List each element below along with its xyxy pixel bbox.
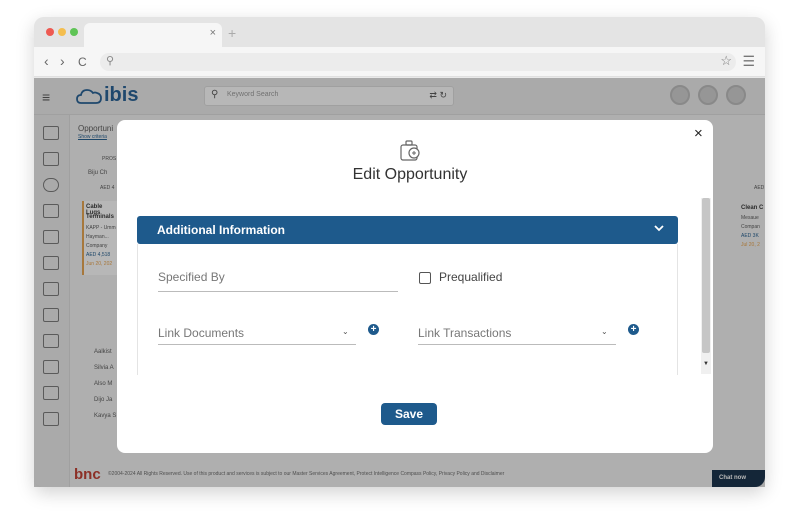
link-documents-caret-icon[interactable]: ⌄ <box>342 327 349 336</box>
prequalified-label: Prequalified <box>439 270 503 284</box>
scrollbar-thumb[interactable] <box>702 198 710 353</box>
additional-information-body: Specified By Prequalified Link Documents… <box>137 244 678 375</box>
chevron-down-icon[interactable] <box>652 221 666 235</box>
link-transactions-caret-icon[interactable]: ⌄ <box>601 327 608 336</box>
forward-icon[interactable]: › <box>60 53 65 69</box>
link-transactions-select[interactable]: Link Transactions <box>418 326 511 340</box>
specified-by-underline <box>158 291 398 292</box>
prequalified-checkbox[interactable] <box>419 272 431 284</box>
edit-opportunity-modal: × Edit Opportunity Additional Informatio… <box>117 120 713 453</box>
tab-close-icon[interactable]: × <box>210 27 216 39</box>
reload-icon[interactable]: C <box>78 55 87 69</box>
address-bar-row: ‹ › C ⚲ ☆ ☰ <box>34 47 765 77</box>
maximize-window-dot[interactable] <box>70 28 78 36</box>
additional-information-header[interactable]: Additional Information <box>137 216 678 244</box>
link-documents-underline <box>158 344 356 345</box>
bookmark-star-icon[interactable]: ☆ <box>720 53 732 69</box>
browser-tab[interactable]: × <box>84 23 222 47</box>
add-transaction-button[interactable]: + <box>628 324 639 335</box>
section-title: Additional Information <box>157 223 285 237</box>
link-documents-select[interactable]: Link Documents <box>158 326 244 340</box>
link-transactions-underline <box>418 344 616 345</box>
url-field[interactable]: ⚲ ☆ <box>100 53 736 71</box>
browser-menu-icon[interactable]: ☰ <box>742 53 755 70</box>
minimize-window-dot[interactable] <box>58 28 66 36</box>
url-search-icon: ⚲ <box>106 55 115 67</box>
back-icon[interactable]: ‹ <box>44 53 49 69</box>
tab-bar: × + <box>34 17 765 47</box>
modal-scrollbar[interactable]: ▼ <box>701 198 711 374</box>
modal-scroll-area: Additional Information Specified By Preq… <box>137 195 703 375</box>
new-tab-icon[interactable]: + <box>228 25 236 41</box>
opportunity-icon <box>400 140 420 161</box>
add-document-button[interactable]: + <box>368 324 379 335</box>
close-icon[interactable]: × <box>694 125 703 142</box>
modal-title: Edit Opportunity <box>352 166 468 183</box>
scroll-down-icon[interactable]: ▼ <box>703 361 709 367</box>
specified-by-label[interactable]: Specified By <box>158 270 225 284</box>
save-button[interactable]: Save <box>381 403 437 425</box>
close-window-dot[interactable] <box>46 28 54 36</box>
